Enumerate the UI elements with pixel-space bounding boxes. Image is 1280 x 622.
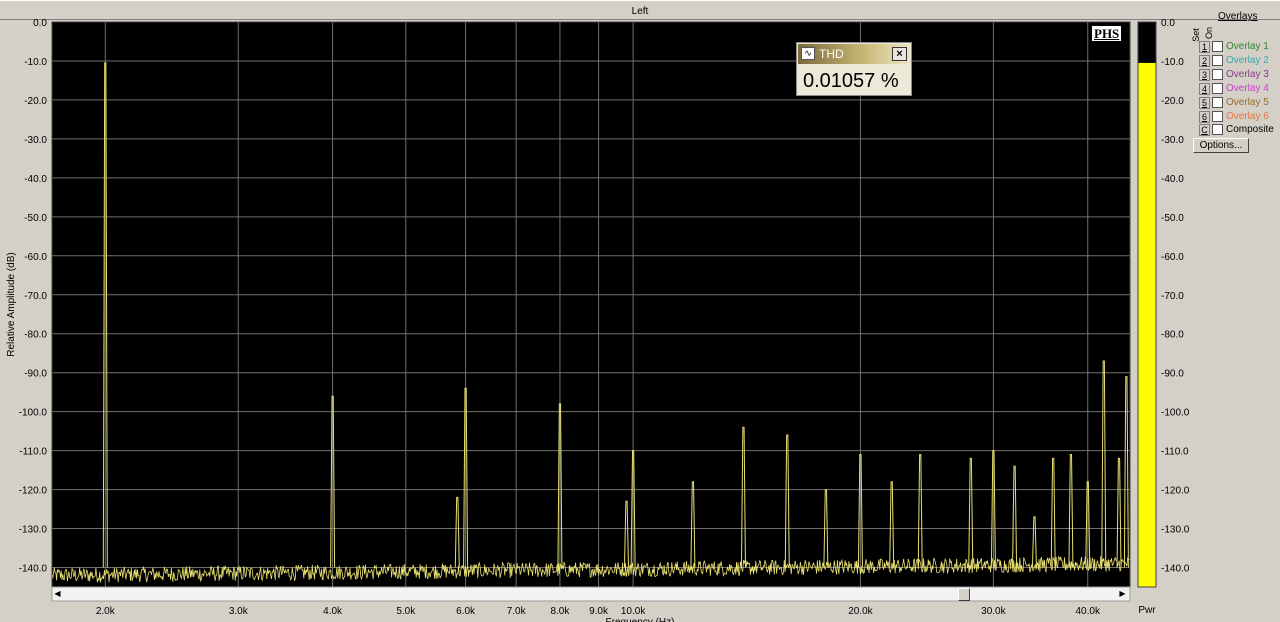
power-meter-tick-label: -110.0 [1161, 447, 1189, 458]
overlay-checkbox[interactable] [1212, 124, 1223, 135]
waveform-icon: ∿ [801, 47, 815, 60]
overlays-title: Overlays [1218, 11, 1258, 22]
overlay-checkbox[interactable] [1212, 69, 1223, 80]
power-meter-tick-label: -20.0 [1161, 96, 1184, 107]
y-tick-label: -110.0 [19, 447, 47, 458]
y-tick-label: -50.0 [24, 213, 47, 224]
thd-window[interactable]: ∿ THD × 0.01057 % [796, 42, 912, 96]
y-tick-label: -70.0 [24, 291, 47, 302]
thd-window-title: THD [819, 47, 844, 61]
overlay-checkbox[interactable] [1212, 83, 1223, 94]
x-tick-label: 6.0k [456, 606, 476, 617]
x-tick-label: 5.0k [396, 606, 416, 617]
close-icon[interactable]: × [892, 47, 907, 61]
power-meter-tick-label: -80.0 [1161, 330, 1184, 341]
x-tick-label: 20.0k [848, 606, 873, 617]
y-tick-label: -120.0 [19, 486, 48, 497]
power-meter-tick-label: -30.0 [1161, 135, 1184, 146]
overlays-set-header: Set [1190, 28, 1201, 42]
x-tick-label: 2.0k [96, 606, 116, 617]
overlay-set-button[interactable]: 3 [1199, 69, 1210, 81]
overlay-label: Overlay 5 [1226, 97, 1269, 108]
y-tick-label: -10.0 [24, 57, 47, 68]
overlay-checkbox[interactable] [1212, 55, 1223, 66]
x-tick-label: 30.0k [981, 606, 1006, 617]
overlay-set-button[interactable]: 5 [1199, 97, 1210, 109]
x-tick-label: 8.0k [550, 606, 570, 617]
power-meter-fill [1138, 62, 1156, 587]
y-tick-label: -60.0 [24, 252, 47, 263]
options-button[interactable]: Options... [1193, 138, 1249, 153]
overlay-set-button[interactable]: 4 [1199, 83, 1210, 95]
x-tick-label: 4.0k [323, 606, 343, 617]
power-meter-tick-label: -90.0 [1161, 369, 1184, 380]
power-meter-tick-label: 0.0 [1161, 18, 1175, 29]
overlay-label: Overlay 2 [1226, 55, 1269, 66]
scroll-right-arrow-icon[interactable]: ▶ [1116, 587, 1129, 601]
overlay-label: Overlay 4 [1226, 83, 1269, 94]
x-axis-label: Frequency (Hz) [606, 617, 675, 622]
scroll-left-arrow-icon[interactable]: ◀ [51, 587, 64, 601]
overlay-label: Overlay 3 [1226, 69, 1269, 80]
y-tick-label: -30.0 [24, 135, 47, 146]
power-meter-tick-label: -120.0 [1161, 486, 1190, 497]
overlay-checkbox[interactable] [1212, 97, 1223, 108]
scrollbar-thumb[interactable] [958, 588, 970, 601]
x-tick-label: 7.0k [507, 606, 527, 617]
power-meter-tick-label: -130.0 [1161, 525, 1190, 536]
y-tick-label: -130.0 [19, 525, 48, 536]
overlay-label: Overlay 6 [1226, 111, 1269, 122]
overlay-set-button[interactable]: 2 [1199, 55, 1210, 67]
power-meter-tick-label: -70.0 [1161, 291, 1184, 302]
x-tick-label: 9.0k [589, 606, 609, 617]
spectrum-chart: 0.0 -10.0 -20.0 -30.0 -40.0 -50.0 -60.0 -70.0 -8… [6, 18, 1190, 622]
power-meter-tick-label: -10.0 [1161, 57, 1184, 68]
y-tick-label: -80.0 [24, 330, 47, 341]
x-tick-label: 3.0k [229, 606, 249, 617]
overlays-panel: Overlays Set On 1 Overlay 1 2 Overlay 2 3 Ove… [1190, 0, 1280, 160]
y-tick-label: -100.0 [19, 408, 48, 419]
power-meter-label: Pwr [1138, 605, 1156, 616]
power-meter-tick-label: -60.0 [1161, 252, 1184, 263]
x-tick-label: 40.0k [1076, 606, 1101, 617]
overlay-label: Overlay 1 [1226, 41, 1269, 52]
overlay-set-button[interactable]: C [1199, 124, 1210, 136]
overlay-label: Composite [1226, 124, 1274, 135]
y-tick-label: 0.0 [33, 18, 47, 29]
y-tick-label: -40.0 [24, 174, 47, 185]
power-meter-tick-label: -40.0 [1161, 174, 1184, 185]
overlays-on-header: On [1204, 26, 1215, 40]
y-tick-label: -90.0 [24, 369, 47, 380]
overlay-set-button[interactable]: 6 [1199, 111, 1210, 123]
phs-badge: PHS [1092, 26, 1122, 41]
plot-area [52, 22, 1130, 587]
y-tick-label: -140.0 [19, 564, 48, 575]
x-tick-label: 10.0k [621, 606, 646, 617]
thd-value: 0.01057 % [803, 70, 899, 92]
y-axis-label: Relative Amplitude (dB) [6, 252, 17, 357]
overlay-set-button[interactable]: 1 [1199, 41, 1210, 53]
overlay-checkbox[interactable] [1212, 41, 1223, 52]
y-tick-label: -20.0 [24, 96, 47, 107]
power-meter-tick-label: -100.0 [1161, 408, 1190, 419]
power-meter-tick-label: -140.0 [1161, 564, 1190, 575]
power-meter-tick-label: -50.0 [1161, 213, 1184, 224]
overlay-checkbox[interactable] [1212, 111, 1223, 122]
thd-window-header[interactable]: ∿ THD × [798, 44, 910, 64]
